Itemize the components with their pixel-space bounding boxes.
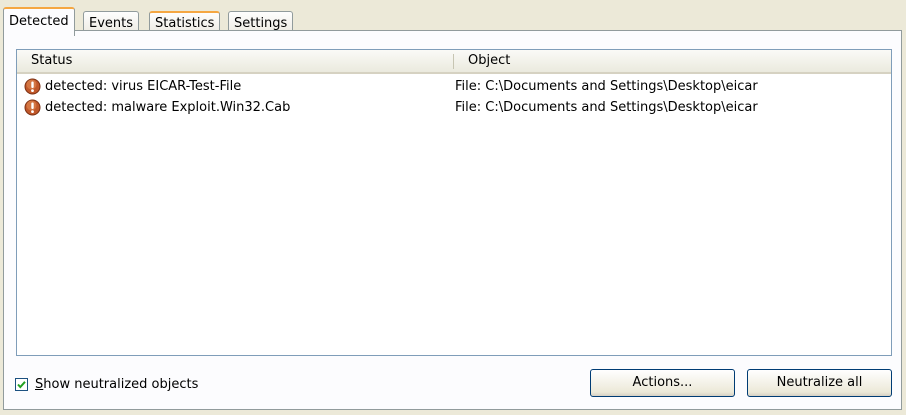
list-header: Status Object — [17, 50, 891, 74]
show-neutralized-checkbox[interactable] — [15, 378, 28, 391]
object-cell: File: C:\Documents and Settings\Desktop\… — [455, 79, 758, 94]
label-text: how neutralized objects — [43, 377, 199, 392]
column-header-status[interactable]: Status — [17, 50, 453, 72]
status-cell: detected: virus EICAR-Test-File — [45, 79, 242, 94]
table-row[interactable]: detected: malware Exploit.Win32.Cab File… — [17, 97, 891, 118]
object-cell: File: C:\Documents and Settings\Desktop\… — [455, 100, 758, 115]
warning-icon — [24, 99, 41, 116]
actions-button[interactable]: Actions... — [590, 369, 735, 397]
status-cell: detected: malware Exploit.Win32.Cab — [45, 100, 291, 115]
show-neutralized-label[interactable]: Show neutralized objects — [35, 377, 198, 392]
table-row[interactable]: detected: virus EICAR-Test-File File: C:… — [17, 76, 891, 97]
detected-objects-list[interactable]: Status Object detected: virus EICAR-Test… — [16, 49, 892, 356]
column-header-object[interactable]: Object — [454, 50, 891, 72]
warning-icon — [24, 78, 41, 95]
detected-tab-page: Status Object detected: virus EICAR-Test… — [3, 30, 902, 410]
tab-detected[interactable]: Detected — [3, 7, 75, 36]
checkmark-icon — [17, 381, 26, 389]
neutralize-all-button[interactable]: Neutralize all — [747, 369, 892, 397]
